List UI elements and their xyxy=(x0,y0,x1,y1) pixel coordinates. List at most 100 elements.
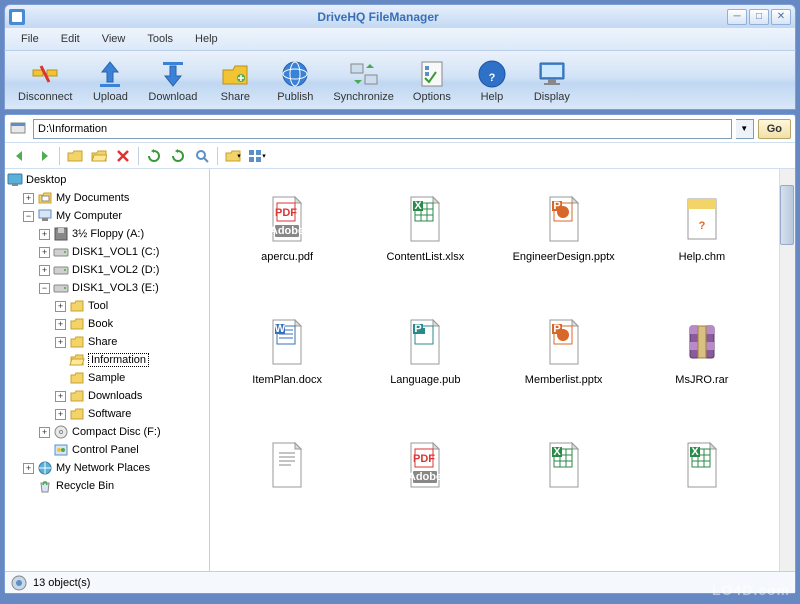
tree-node[interactable]: +3½ Floppy (A:) xyxy=(39,225,207,243)
tree-node[interactable]: Recycle Bin xyxy=(23,477,207,495)
file-item[interactable]: X xyxy=(635,425,769,540)
upload-button[interactable]: Upload xyxy=(81,53,139,107)
tree-toggle[interactable]: + xyxy=(23,463,34,474)
tree-node[interactable]: Control Panel xyxy=(39,441,207,459)
file-type-pptx-icon: P xyxy=(540,195,588,243)
file-item[interactable]: PLanguage.pub xyxy=(358,302,492,417)
tree-label: DISK1_VOL1 (C:) xyxy=(72,246,159,258)
menubar: File Edit View Tools Help xyxy=(4,28,796,50)
file-item[interactable]: X xyxy=(497,425,631,540)
tree-node[interactable]: +Share xyxy=(55,333,207,351)
menu-file[interactable]: File xyxy=(11,31,49,47)
tree-node[interactable]: − My Computer xyxy=(23,207,207,225)
tree-toggle[interactable]: + xyxy=(55,319,66,330)
delete-button[interactable] xyxy=(112,146,134,166)
tree-node[interactable]: +Downloads xyxy=(55,387,207,405)
address-dropdown[interactable]: ▼ xyxy=(736,119,754,139)
help-button[interactable]: ?Help xyxy=(463,53,521,107)
open-folder-button[interactable] xyxy=(88,146,110,166)
tree-node[interactable]: Sample xyxy=(55,369,207,387)
tree-toggle[interactable]: − xyxy=(39,283,50,294)
file-item[interactable]: AdobePDF xyxy=(358,425,492,540)
share-button[interactable]: Share xyxy=(206,53,264,107)
tree-toggle[interactable]: + xyxy=(55,409,66,420)
content-area: ▼ Go ▾ ▾ Desktop +My Documents − My Comput… xyxy=(4,114,796,594)
tree-node[interactable]: +My Documents xyxy=(23,189,207,207)
file-type-chm-icon: ? xyxy=(678,195,726,243)
up-folder-button[interactable]: ▾ xyxy=(222,146,244,166)
menu-tools[interactable]: Tools xyxy=(137,31,183,47)
menu-edit[interactable]: Edit xyxy=(51,31,90,47)
disconnect-button[interactable]: Disconnect xyxy=(11,53,79,107)
file-item[interactable]: PMemberlist.pptx xyxy=(497,302,631,417)
tree-toggle[interactable]: + xyxy=(39,247,50,258)
minimize-button[interactable]: ─ xyxy=(727,9,747,25)
floppy-icon xyxy=(53,226,69,242)
help-icon: ? xyxy=(476,58,508,90)
file-item[interactable]: AdobePDFapercu.pdf xyxy=(220,179,354,294)
options-button[interactable]: Options xyxy=(403,53,461,107)
publish-icon xyxy=(279,58,311,90)
address-input[interactable] xyxy=(33,119,732,139)
file-name: ItemPlan.docx xyxy=(252,374,322,386)
view-mode-button[interactable]: ▾ xyxy=(246,146,268,166)
network-icon xyxy=(37,460,53,476)
computer-icon xyxy=(37,208,53,224)
file-item[interactable]: P EngineerDesign.pptx xyxy=(497,179,631,294)
tree-node[interactable]: + Software xyxy=(55,405,207,423)
tree-toggle[interactable]: + xyxy=(55,337,66,348)
tool-label: Disconnect xyxy=(18,91,72,103)
svg-text:P: P xyxy=(415,323,422,335)
display-button[interactable]: Display xyxy=(523,53,581,107)
new-folder-button[interactable] xyxy=(64,146,86,166)
publish-button[interactable]: Publish xyxy=(266,53,324,107)
maximize-button[interactable]: □ xyxy=(749,9,769,25)
download-button[interactable]: Download xyxy=(141,53,204,107)
forward-button[interactable] xyxy=(33,146,55,166)
tree-node[interactable]: +My Network Places xyxy=(23,459,207,477)
tree-node[interactable]: + DISK1_VOL1 (C:) xyxy=(39,243,207,261)
tree-node[interactable]: +Book xyxy=(55,315,207,333)
scrollbar[interactable] xyxy=(779,169,795,571)
file-item[interactable]: MsJRO.rar xyxy=(635,302,769,417)
tool-label: Publish xyxy=(277,91,313,103)
file-item[interactable]: ?Help.chm xyxy=(635,179,769,294)
file-type-xlsx-icon: X xyxy=(540,441,588,489)
tree-node[interactable]: +Tool xyxy=(55,297,207,315)
share-icon xyxy=(219,58,251,90)
tree-node[interactable]: +Compact Disc (F:) xyxy=(39,423,207,441)
tree-label: Software xyxy=(88,408,131,420)
download-icon xyxy=(157,58,189,90)
folder-tree[interactable]: Desktop +My Documents − My Computer +3½ Flo… xyxy=(5,169,210,571)
tree-root-desktop[interactable]: Desktop xyxy=(7,171,207,189)
tree-label: Control Panel xyxy=(72,444,139,456)
file-item[interactable]: XContentList.xlsx xyxy=(358,179,492,294)
refresh-local-button[interactable] xyxy=(143,146,165,166)
tree-node[interactable]: +DISK1_VOL2 (D:) xyxy=(39,261,207,279)
tree-toggle[interactable]: + xyxy=(39,229,50,240)
back-button[interactable] xyxy=(9,146,31,166)
close-button[interactable]: ✕ xyxy=(771,9,791,25)
tree-toggle[interactable]: + xyxy=(55,301,66,312)
tree-node[interactable]: −DISK1_VOL3 (E:) xyxy=(39,279,207,297)
file-type-pdf-icon: AdobePDF xyxy=(401,441,449,489)
tree-toggle[interactable]: + xyxy=(39,265,50,276)
file-name: EngineerDesign.pptx xyxy=(513,251,615,263)
go-button[interactable]: Go xyxy=(758,119,791,139)
refresh-remote-button[interactable] xyxy=(167,146,189,166)
menu-view[interactable]: View xyxy=(92,31,136,47)
synchronize-button[interactable]: Synchronize xyxy=(326,53,401,107)
file-list[interactable]: AdobePDFapercu.pdfXContentList.xlsx P Engi… xyxy=(210,169,795,571)
nav-toolbar: ▾ ▾ xyxy=(5,143,795,169)
tree-toggle[interactable]: + xyxy=(23,193,34,204)
tree-toggle[interactable]: − xyxy=(23,211,34,222)
file-item[interactable] xyxy=(220,425,354,540)
tree-toggle[interactable]: + xyxy=(39,427,50,438)
tree-node[interactable]: Information xyxy=(55,351,207,369)
file-item[interactable]: WItemPlan.docx xyxy=(220,302,354,417)
search-button[interactable] xyxy=(191,146,213,166)
menu-help[interactable]: Help xyxy=(185,31,228,47)
tree-label: My Computer xyxy=(56,210,122,222)
recycle-icon xyxy=(37,478,53,494)
tree-toggle[interactable]: + xyxy=(55,391,66,402)
